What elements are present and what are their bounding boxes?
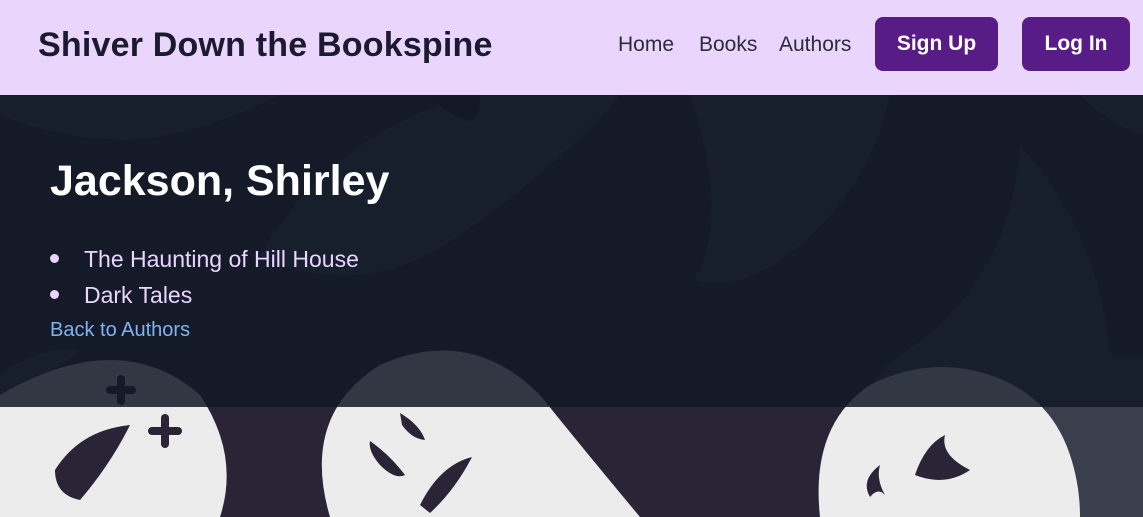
book-list-item[interactable]: Dark Tales: [50, 277, 359, 313]
book-list-item[interactable]: The Haunting of Hill House: [50, 241, 359, 277]
author-book-list: The Haunting of Hill House Dark Tales: [50, 241, 359, 313]
author-name-heading: Jackson, Shirley: [50, 157, 390, 205]
bullet-icon: [50, 254, 59, 263]
book-title[interactable]: The Haunting of Hill House: [84, 246, 359, 272]
author-detail-panel: Jackson, Shirley The Haunting of Hill Ho…: [0, 95, 1143, 407]
site-title[interactable]: Shiver Down the Bookspine: [38, 26, 493, 65]
sign-up-button[interactable]: Sign Up: [875, 17, 998, 71]
book-title[interactable]: Dark Tales: [84, 282, 192, 308]
nav-link-books[interactable]: Books: [699, 33, 757, 57]
back-to-authors-link[interactable]: Back to Authors: [50, 319, 190, 342]
nav-link-authors[interactable]: Authors: [779, 33, 851, 57]
top-navbar: Shiver Down the Bookspine Home Books Aut…: [0, 0, 1143, 95]
log-in-button[interactable]: Log In: [1022, 17, 1130, 71]
bullet-icon: [50, 290, 59, 299]
nav-link-home[interactable]: Home: [618, 33, 674, 57]
